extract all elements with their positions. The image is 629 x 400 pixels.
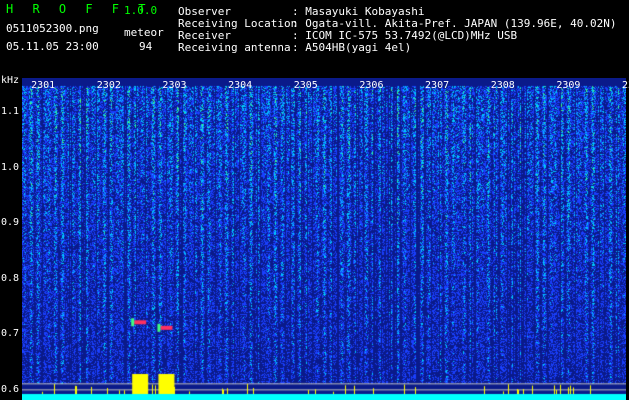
hrofft-window: H R O F F T 1.0.0 0511052300.png meteor … [0,0,629,400]
file-name: 0511052300.png [6,22,99,35]
file-datetime: 05.11.05 23:00 [6,40,99,53]
y-axis-label: kHz [1,75,20,86]
x-tick-label: 2307 [425,80,450,91]
x-tick-label: 2302 [96,80,121,91]
meteor-label: meteor [124,26,164,39]
y-tick-label: 0.9 [1,217,20,229]
app-version: 1.0.0 [124,4,158,17]
y-tick-label: 0.6 [1,383,20,395]
info-key-antenna: Receiving antenna [178,41,291,54]
x-tick-label: 2310 [622,80,629,91]
x-tick-label: 2304 [228,80,253,91]
y-tick-label: 1.0 [1,161,20,173]
y-tick-label: 1.1 [1,106,20,118]
spectrogram-plot [22,78,626,400]
info-value-antenna: : A504HB(yagi 4el) [292,41,412,54]
x-tick-label: 2309 [556,80,581,91]
meteor-count: 94 [139,40,153,53]
y-tick-label: 0.7 [1,328,20,340]
x-tick-label: 2305 [293,80,318,91]
x-tick-label: 2301 [31,80,56,91]
y-tick-label: 0.8 [1,272,20,284]
x-tick-label: 2308 [490,80,515,91]
x-tick-label: 2303 [162,80,187,91]
x-tick-label: 2306 [359,80,384,91]
